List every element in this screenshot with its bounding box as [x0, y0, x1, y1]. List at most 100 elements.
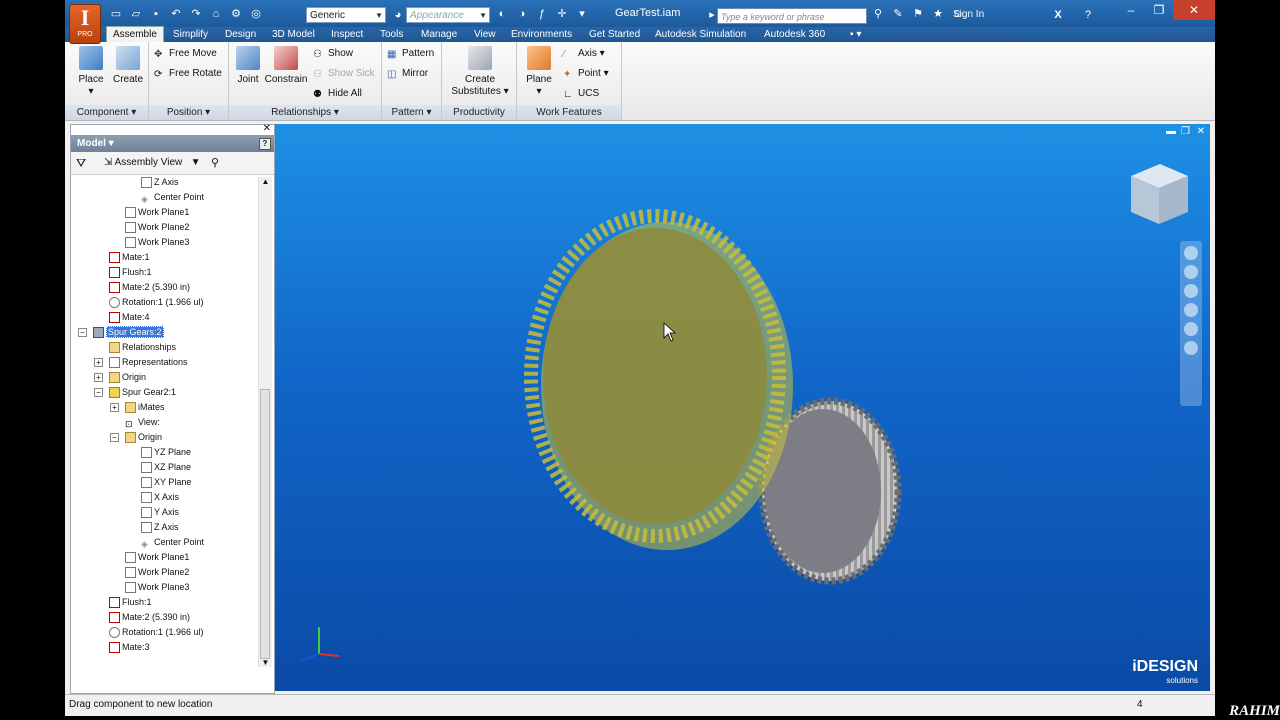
tree-node[interactable]: Mate:4 [109, 310, 150, 325]
panel-pattern-label[interactable]: Pattern ▾ [382, 105, 441, 120]
binoculars-icon[interactable]: ⚲ [871, 8, 885, 20]
find-icon[interactable]: ⚲ [211, 156, 219, 169]
graphics-viewport[interactable]: ▬ ❐ ✕ iDESIGN solutions [275, 124, 1210, 691]
tree-node[interactable]: Work Plane3 [125, 235, 189, 250]
tools-icon[interactable]: ✎ [891, 8, 905, 20]
tree-node[interactable]: − Spur Gear2:1 [94, 385, 176, 400]
exchange-icon[interactable]: X [1051, 9, 1065, 21]
tab-simplify[interactable]: Simplify [173, 27, 208, 42]
panel-relationships-label[interactable]: Relationships ▾ [229, 105, 381, 120]
tree-node[interactable]: Rotation:1 (1.966 ul) [109, 625, 204, 640]
tree-node[interactable]: ◈ Center Point [141, 535, 204, 550]
fx-icon[interactable]: ƒ [535, 8, 549, 20]
browser-header[interactable]: Model ▾ ? [71, 135, 274, 152]
maximize-button[interactable]: ❐ [1145, 0, 1173, 20]
subscription-icon[interactable]: ⚑ [911, 8, 925, 20]
look-at-icon[interactable] [1184, 322, 1198, 336]
customize-icon[interactable]: ▾ [575, 8, 589, 20]
create-button[interactable]: Create [111, 46, 145, 86]
plane-button[interactable]: Plane ▾ [522, 46, 556, 98]
tree-node[interactable]: Flush:1 [109, 595, 152, 610]
tab-autodesk-360[interactable]: Autodesk 360 [764, 27, 825, 42]
sign-in-link[interactable]: Sign In [953, 9, 984, 20]
tree-node[interactable]: Mate:3 [109, 640, 150, 655]
return-icon[interactable]: ⌂ [209, 8, 223, 20]
orbit-icon[interactable] [1184, 303, 1198, 317]
select-icon[interactable]: ◎ [249, 8, 263, 20]
tree-node[interactable]: Y Axis [141, 505, 179, 520]
collapse-icon[interactable]: − [110, 433, 119, 442]
tree-node[interactable]: X Axis [141, 490, 179, 505]
navbar-customize-icon[interactable] [1184, 341, 1198, 355]
mirror-button[interactable]: ◫ Mirror [387, 66, 428, 82]
tab-autodesk-simulation[interactable]: Autodesk Simulation [655, 27, 746, 42]
help-icon[interactable]: ? [259, 138, 271, 150]
scroll-down-icon[interactable]: ▼ [259, 658, 272, 667]
tree-node[interactable]: XY Plane [141, 475, 191, 490]
tree-node[interactable]: Mate:2 (5.390 in) [109, 280, 190, 295]
pattern-button[interactable]: ▦ Pattern [387, 46, 434, 62]
tree-node[interactable]: YZ Plane [141, 445, 191, 460]
create-substitutes-button[interactable]: Create Substitutes ▾ [450, 46, 510, 98]
panel-component-label[interactable]: Component ▾ [65, 105, 148, 120]
collapse-icon[interactable]: − [94, 388, 103, 397]
help-icon[interactable]: ? [1081, 9, 1095, 21]
pan-icon[interactable] [1184, 265, 1198, 279]
open-icon[interactable]: ▱ [129, 8, 143, 20]
move-icon[interactable]: ✛ [555, 8, 569, 20]
tree-node[interactable]: ◈ Center Point [141, 190, 204, 205]
new-icon[interactable]: ▭ [109, 8, 123, 20]
tab-manage[interactable]: Manage [421, 27, 457, 42]
collapse-icon[interactable]: − [78, 328, 87, 337]
appearance-combo[interactable]: Appearance ▼ [406, 7, 490, 23]
tree-node[interactable]: + Origin [94, 370, 146, 385]
tree-node[interactable]: Work Plane2 [125, 220, 189, 235]
free-rotate-button[interactable]: ⟳ Free Rotate [154, 66, 222, 82]
zoom-icon[interactable] [1184, 284, 1198, 298]
place-button[interactable]: Place ▾ [75, 46, 107, 98]
close-window-button[interactable]: ✕ [1173, 0, 1215, 20]
expand-icon[interactable]: + [94, 373, 103, 382]
tree-node[interactable]: Rotation:1 (1.966 ul) [109, 295, 204, 310]
tab-assemble[interactable]: Assemble [106, 26, 164, 43]
tab-3d-model[interactable]: 3D Model [272, 27, 315, 42]
tree-node[interactable]: XZ Plane [141, 460, 191, 475]
show-sick-button[interactable]: ⚇ Show Sick [313, 66, 375, 82]
panel-position-label[interactable]: Position ▾ [149, 105, 228, 120]
tab-tools[interactable]: Tools [380, 27, 403, 42]
tree-node[interactable]: Flush:1 [109, 265, 152, 280]
tab-inspect[interactable]: Inspect [331, 27, 363, 42]
steering-wheel-icon[interactable] [1184, 246, 1198, 260]
expand-icon[interactable]: + [110, 403, 119, 412]
save-icon[interactable]: ▪ [149, 8, 163, 20]
tree-node[interactable]: + iMates [110, 400, 165, 415]
hide-all-button[interactable]: ⚉ Hide All [313, 86, 362, 102]
tree-node[interactable]: Work Plane3 [125, 580, 189, 595]
close-icon[interactable]: ✕ [263, 123, 271, 134]
expand-icon[interactable]: + [94, 358, 103, 367]
filter-icon[interactable]: ⛛ [76, 156, 86, 171]
point-button[interactable]: ✦ Point ▾ [563, 66, 609, 82]
update-icon[interactable]: ⚙ [229, 8, 243, 20]
tab-get-started[interactable]: Get Started [589, 27, 640, 42]
browser-scrollbar[interactable]: ▲ ▼ [258, 177, 272, 667]
axis-button[interactable]: ⁄ Axis ▾ [563, 46, 605, 62]
tree-node[interactable]: Mate:1 [109, 250, 150, 265]
view-cube-icon[interactable] [1131, 164, 1188, 224]
redo-icon[interactable]: ↷ [189, 8, 203, 20]
tab-view[interactable]: View [474, 27, 496, 42]
assembly-view-dropdown[interactable]: ⇲ Assembly View ▼ [104, 157, 200, 168]
minimize-button[interactable]: – [1117, 0, 1145, 20]
joint-button[interactable]: Joint [231, 46, 265, 86]
free-move-button[interactable]: ✥ Free Move [154, 46, 217, 62]
tab-design[interactable]: Design [225, 27, 256, 42]
scrollbar-thumb[interactable] [260, 389, 270, 659]
material-combo[interactable]: Generic ▼ [306, 7, 386, 23]
tree-node[interactable]: Mate:2 (5.390 in) [109, 610, 190, 625]
undo-icon[interactable]: ↶ [169, 8, 183, 20]
tree-node[interactable]: − Spur Gears:2 [78, 325, 164, 340]
tab-environments[interactable]: Environments [511, 27, 572, 42]
tree-node[interactable]: Z Axis [141, 175, 179, 190]
tree-node[interactable]: Z Axis [141, 520, 179, 535]
tree-node[interactable]: Work Plane2 [125, 565, 189, 580]
